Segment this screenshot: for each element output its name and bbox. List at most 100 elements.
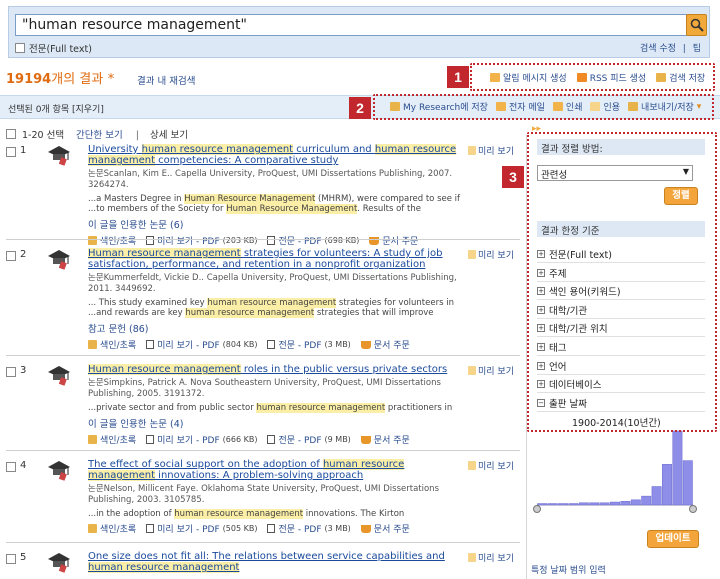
result-snippet: ...private sector and from public sector… — [88, 403, 472, 413]
abstract-index-label: 색인/초록 — [100, 341, 137, 351]
dissertation-cap-icon — [48, 553, 70, 573]
email-button[interactable]: 전자 메일 — [495, 100, 545, 113]
result-body: Human resource management roles in the p… — [88, 364, 472, 446]
create-alert-label: 알림 메시지 생성 — [503, 74, 567, 84]
create-alert-button[interactable]: 알림 메시지 생성 — [490, 71, 567, 84]
result-snippet: ...a Masters Degree in Human Resource Ma… — [88, 194, 472, 214]
fulltext-filter[interactable]: 전문(Full text) — [15, 41, 92, 55]
result-metadata: 논문Kummerfeldt, Vickie D.. Capella Univer… — [88, 273, 457, 294]
export-save-button[interactable]: 내보내기/저장 ▾ — [628, 100, 701, 113]
full-text-pdf-link[interactable]: 전문 - PDF (698 KB) — [267, 234, 359, 247]
order-document-link[interactable]: 문서 주문 — [360, 338, 410, 351]
file-size: (3 MB) — [324, 524, 351, 533]
save-search-button[interactable]: 검색 저장 — [656, 71, 705, 84]
order-document-link[interactable]: 문서 주문 — [369, 234, 418, 247]
text-span: The effect of social support on the adop… — [88, 459, 323, 470]
email-label: 전자 메일 — [508, 103, 545, 113]
date-range-input-link[interactable]: 특정 날짜 범위 입력 — [531, 563, 606, 576]
detail-view-link[interactable]: 상세 보기 — [150, 130, 188, 141]
pdf-icon — [146, 236, 155, 245]
text-span: roles in the public versus private secto… — [240, 364, 448, 375]
full-text-pdf-label: 전문 - PDF — [278, 525, 322, 535]
search-input[interactable]: "human resource management" — [15, 14, 687, 36]
alert-toolbar: 알림 메시지 생성 RSS 피드 생성 검색 저장 — [490, 71, 705, 84]
pdf-icon — [146, 340, 155, 349]
histogram-bar — [568, 503, 579, 506]
order-document-label: 문서 주문 — [373, 341, 410, 351]
highlighted-term: human resource management — [207, 298, 337, 308]
callout-badge-2: 2 — [349, 97, 371, 119]
modify-search-link[interactable]: 검색 수정 — [640, 44, 676, 54]
full-text-pdf-link[interactable]: 전문 - PDF (9 MB) — [267, 433, 351, 446]
cart-icon — [369, 236, 380, 245]
order-document-link[interactable]: 문서 주문 — [360, 522, 410, 535]
envelope-icon — [490, 73, 500, 82]
order-document-link[interactable]: 문서 주문 — [360, 433, 410, 446]
cited-by-link[interactable]: 참고 문헌 (86) — [88, 321, 472, 335]
brief-view-link[interactable]: 간단한 보기 — [76, 130, 123, 141]
preview-pdf-link[interactable]: 미리 보기 - PDF (666 KB) — [146, 433, 257, 446]
result-checkbox[interactable] — [6, 462, 16, 472]
tips-link[interactable]: 팁 — [693, 44, 701, 54]
view-separator: | — [135, 130, 139, 141]
result-checkbox[interactable] — [6, 367, 16, 377]
search-button[interactable] — [686, 14, 707, 36]
preview-icon — [468, 366, 476, 375]
range-end-handle[interactable] — [689, 505, 697, 513]
highlighted-term: Human resource management — [88, 364, 241, 375]
select-range[interactable]: 1-20 선택 — [6, 127, 64, 141]
pdf-icon — [146, 435, 155, 444]
create-rss-button[interactable]: RSS 피드 생성 — [576, 71, 646, 84]
view-toggle: 간단한 보기 | 상세 보기 — [76, 127, 188, 141]
order-document-label: 문서 주문 — [373, 525, 410, 535]
result-title-link[interactable]: Human resource management roles in the p… — [88, 364, 472, 375]
preview-pdf-label: 미리 보기 - PDF — [157, 341, 220, 351]
preview-pdf-link[interactable]: 미리 보기 - PDF (505 KB) — [146, 522, 257, 535]
quick-preview-link[interactable]: 미리 보기 — [468, 144, 514, 157]
quick-preview-link[interactable]: 미리 보기 — [468, 459, 514, 472]
save-to-my-research-button[interactable]: My Research에 저장 — [390, 100, 488, 113]
result-separator — [6, 450, 520, 451]
preview-pdf-link[interactable]: 미리 보기 - PDF (804 KB) — [146, 338, 257, 351]
result-title-link[interactable]: University human resource management cur… — [88, 144, 472, 166]
result-checkbox[interactable] — [6, 147, 16, 157]
histogram-bar — [641, 495, 652, 506]
result-separator — [6, 239, 520, 240]
cited-by-link[interactable]: 이 글을 인용한 논문 (4) — [88, 416, 472, 430]
result-title-link[interactable]: The effect of social support on the adop… — [88, 459, 472, 481]
abstract-index-link[interactable]: 색인/초록 — [88, 234, 136, 247]
highlighted-term: Human Resource Management — [184, 194, 316, 204]
result-title-link[interactable]: One size does not fit all: The relations… — [88, 551, 472, 573]
result-body: Human resource management strategies for… — [88, 248, 472, 351]
full-text-pdf-link[interactable]: 전문 - PDF (3 MB) — [267, 338, 351, 351]
update-button[interactable]: 업데이트 — [647, 530, 699, 548]
result-title-link[interactable]: Human resource management strategies for… — [88, 248, 472, 270]
abstract-index-link[interactable]: 색인/초록 — [88, 433, 136, 446]
selected-items-text[interactable]: 선택된 0개 항목 [지우기] — [8, 102, 104, 115]
quick-preview-link[interactable]: 미리 보기 — [468, 248, 514, 261]
select-range-checkbox[interactable] — [6, 129, 16, 139]
cart-icon — [360, 524, 371, 533]
histogram-bar — [672, 430, 683, 506]
range-start-handle[interactable] — [533, 505, 541, 513]
print-button[interactable]: 인쇄 — [552, 100, 582, 113]
result-checkbox[interactable] — [6, 251, 16, 261]
preview-pdf-link[interactable]: 미리 보기 - PDF (203 KB) — [146, 234, 257, 247]
book-icon — [88, 236, 97, 245]
page: "human resource management" 전문(Full text… — [0, 0, 720, 579]
abstract-index-link[interactable]: 색인/초록 — [88, 338, 136, 351]
result-number: 5 — [20, 552, 27, 563]
search-within-results-link[interactable]: 결과 내 재검색 — [137, 73, 195, 87]
full-text-pdf-link[interactable]: 전문 - PDF (3 MB) — [267, 522, 351, 535]
result-checkbox[interactable] — [6, 554, 16, 564]
histogram-bar — [589, 502, 600, 506]
book-icon — [88, 524, 97, 533]
save-icon — [628, 102, 639, 111]
abstract-index-link[interactable]: 색인/초록 — [88, 522, 136, 535]
quick-preview-link[interactable]: 미리 보기 — [468, 364, 514, 377]
cite-button[interactable]: 인용 — [590, 100, 620, 113]
fulltext-checkbox[interactable] — [15, 43, 25, 53]
highlighted-term: human resource management — [141, 144, 294, 155]
quick-preview-link[interactable]: 미리 보기 — [468, 551, 514, 564]
cited-by-link[interactable]: 이 글을 인용한 논문 (6) — [88, 217, 472, 231]
